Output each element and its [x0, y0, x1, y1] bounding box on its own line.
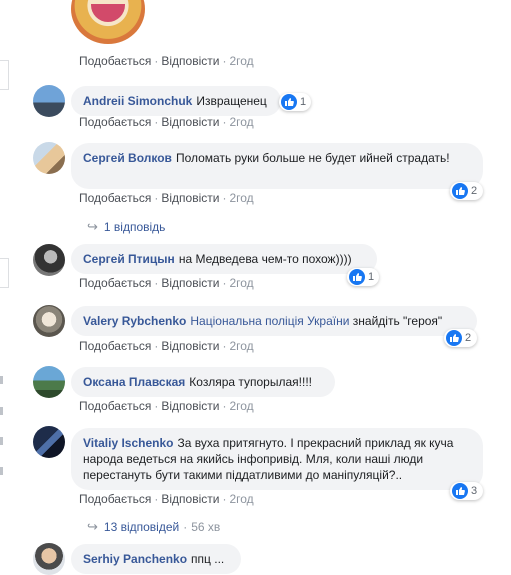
reaction-count[interactable]: 3	[450, 482, 483, 500]
avatar[interactable]	[33, 142, 65, 174]
comment-author[interactable]: Andreii Simonchuk	[83, 94, 192, 108]
mentioned-page[interactable]: Національна поліція України	[190, 314, 349, 328]
thumbs-up-icon	[452, 483, 468, 499]
comment-time[interactable]: 2год	[229, 115, 253, 129]
comment-time[interactable]: 2год	[229, 276, 253, 290]
avatar[interactable]	[33, 85, 65, 117]
left-panel-scroll-tick	[0, 467, 3, 475]
thumbs-up-icon	[281, 94, 297, 110]
comment-actions: Подобається · Відповісти · 2год	[79, 115, 254, 129]
thumbs-up-icon	[452, 183, 468, 199]
like-link[interactable]: Подобається	[79, 492, 151, 506]
reply-link[interactable]: Відповісти	[161, 115, 219, 129]
like-link[interactable]: Подобається	[79, 115, 151, 129]
comment-author[interactable]: Valery Rybchenko	[83, 314, 186, 328]
comment-actions: Подобається · Відповісти · 2год	[79, 339, 254, 353]
comment-actions: Подобається · Відповісти · 2год	[79, 492, 254, 506]
comment-author[interactable]: Vitaliy Ischenko	[83, 436, 174, 450]
comment-text: Извращенец	[196, 94, 267, 108]
like-link[interactable]: Подобається	[79, 339, 151, 353]
like-link[interactable]: Подобається	[79, 54, 151, 68]
comment-actions: Подобається · Відповісти · 2год	[79, 191, 254, 205]
comment-bubble: Andreii Simonchuk Извращенец	[71, 86, 281, 116]
replies-count[interactable]: 13 відповідей	[104, 520, 179, 534]
comment-time[interactable]: 2год	[229, 339, 253, 353]
left-panel-input-2[interactable]	[0, 258, 9, 288]
reaction-count[interactable]: 1	[347, 268, 379, 286]
comment-time[interactable]: 2год	[229, 191, 253, 205]
like-link[interactable]: Подобається	[79, 399, 151, 413]
left-panel-scroll-tick	[0, 376, 3, 384]
comment-bubble: Vitaliy Ischenko За вуха притягнуто. І пр…	[71, 428, 483, 490]
avatar[interactable]	[33, 543, 65, 575]
sticker-image	[71, 0, 145, 44]
reaction-count[interactable]: 1	[279, 93, 311, 111]
comment-text: Козляра тупорылая!!!!	[189, 375, 312, 389]
comment-bubble: Сергей Птицын на Медведева чем-то похож))…	[71, 244, 377, 274]
reply-link[interactable]: Відповісти	[161, 54, 219, 68]
replies-count[interactable]: 1 відповідь	[104, 220, 166, 234]
left-panel-scroll-tick	[0, 437, 3, 445]
comment-author[interactable]: Сергей Волков	[83, 151, 172, 165]
avatar[interactable]	[33, 426, 65, 458]
avatar[interactable]	[33, 305, 65, 337]
comment-time[interactable]: 2год	[229, 492, 253, 506]
comment-text: ппц ...	[191, 552, 225, 566]
reply-link[interactable]: Відповісти	[161, 339, 219, 353]
avatar[interactable]	[33, 366, 65, 398]
reply-link[interactable]: Відповісти	[161, 492, 219, 506]
comment-text: Поломать руки больше не будет ийней стра…	[175, 151, 450, 165]
thumbs-up-icon	[446, 330, 462, 346]
reply-arrow-icon: ↪	[87, 219, 98, 234]
comment-text: на Медведева чем-то похож))))	[178, 252, 352, 266]
reply-link[interactable]: Відповісти	[161, 191, 219, 205]
reaction-count[interactable]: 2	[444, 329, 477, 347]
comment-actions: Подобається · Відповісти · 2год	[79, 276, 254, 290]
comment-text: знайдіть "героя"	[352, 314, 443, 328]
left-panel-input[interactable]	[0, 60, 9, 90]
comment-author[interactable]: Сергей Птицын	[83, 252, 175, 266]
comment-actions: Подобається · Відповісти · 2год	[79, 399, 254, 413]
comment-actions: Подобається · Відповісти · 2год	[79, 54, 254, 68]
view-replies-link[interactable]: ↪ 13 відповідей · 56 хв	[87, 519, 220, 535]
comment-time[interactable]: 2год	[229, 399, 253, 413]
left-panel-scroll-tick	[0, 407, 3, 415]
avatar[interactable]	[33, 244, 65, 276]
reply-link[interactable]: Відповісти	[161, 399, 219, 413]
reply-arrow-icon: ↪	[87, 519, 98, 534]
comment-author[interactable]: Оксана Плавская	[83, 375, 185, 389]
reaction-count[interactable]: 2	[450, 182, 483, 200]
like-link[interactable]: Подобається	[79, 276, 151, 290]
comment-bubble: Сергей Волков Поломать руки больше не буд…	[71, 143, 483, 189]
thumbs-up-icon	[349, 269, 365, 285]
comment-author[interactable]: Serhiy Panchenko	[83, 552, 187, 566]
replies-time: 56 хв	[191, 520, 221, 534]
comment-bubble: Valery Rybchenko Національна поліція Укра…	[71, 306, 477, 336]
view-replies-link[interactable]: ↪ 1 відповідь	[87, 219, 165, 235]
like-link[interactable]: Подобається	[79, 191, 151, 205]
comment-bubble: Оксана Плавская Козляра тупорылая!!!!	[71, 367, 335, 397]
reply-link[interactable]: Відповісти	[161, 276, 219, 290]
comment-time[interactable]: 2год	[229, 54, 253, 68]
